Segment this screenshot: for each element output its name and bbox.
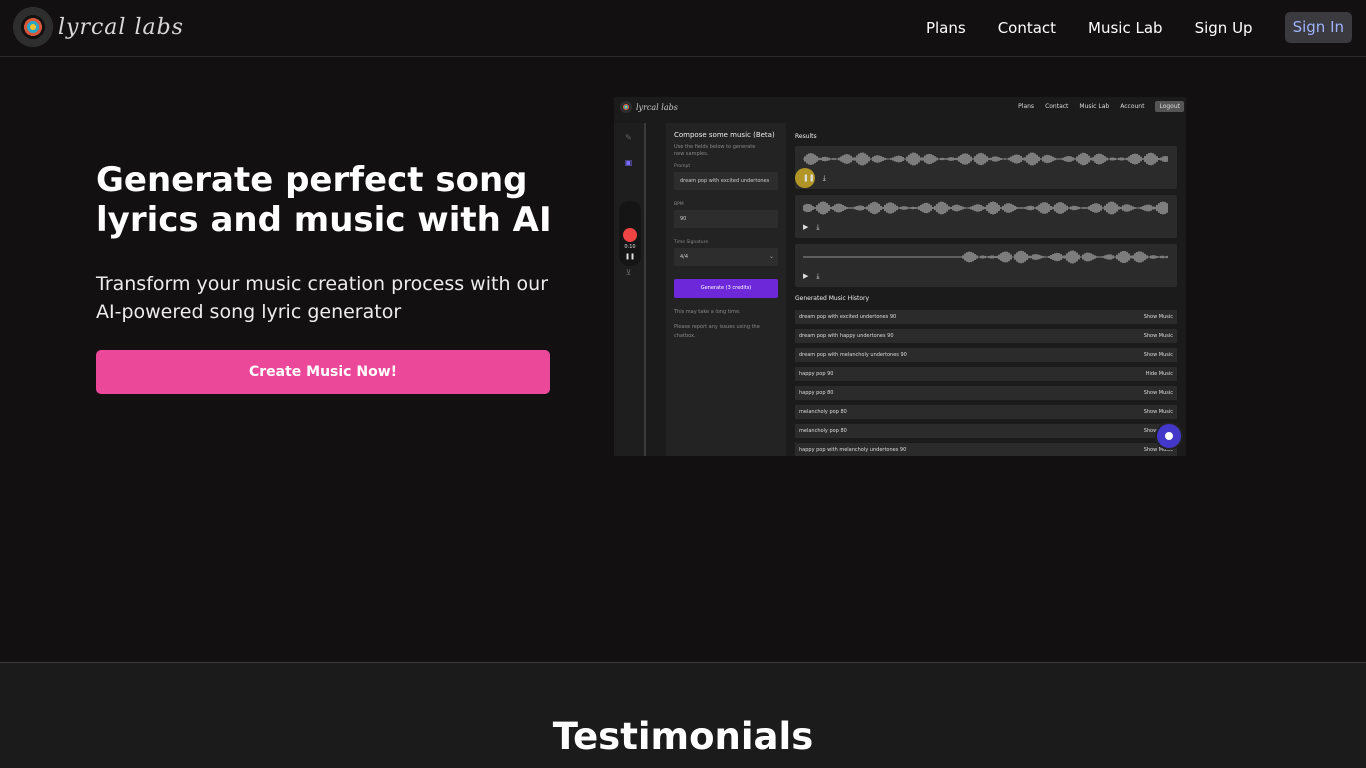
prompt-field: dream pop with excited undertones: [674, 172, 778, 190]
nav-links: Plans Contact Music Lab Sign Up Sign In: [894, 12, 1352, 43]
history-action: Show Music: [1143, 333, 1173, 339]
history-row: happy pop with melancholy undertones 90 S…: [795, 443, 1177, 456]
time-signature-value: 4/4: [680, 254, 689, 260]
hero-subtitle: Transform your music creation process wi…: [96, 273, 549, 323]
pencil-icon: ✎: [625, 133, 632, 142]
screenshot-logo-text: lyrcal labs: [636, 102, 678, 112]
download-icon: ⤓: [822, 174, 826, 182]
time-signature-label: Time Signature: [674, 240, 709, 245]
bpm-field: 90: [674, 210, 778, 228]
history-name: happy pop with melancholy undertones 90: [799, 447, 907, 453]
waveform: [803, 250, 1168, 264]
history-action: Show Music: [1143, 390, 1173, 396]
results-heading: Results: [795, 133, 817, 140]
logo-text: lyrcal labs: [58, 14, 184, 40]
history-name: dream pop with happy undertones 90: [799, 333, 894, 339]
history-action: Show Music: [1143, 409, 1173, 415]
nav-link-sign-up[interactable]: Sign Up: [1195, 13, 1253, 43]
history-name: happy pop 80: [799, 390, 834, 396]
download-icon: ⤓: [816, 223, 820, 231]
top-nav: lyrcal labs Plans Contact Music Lab Sign…: [0, 0, 1366, 57]
screenshot-topbar: lyrcal labs Plans Contact Music Lab Acco…: [614, 97, 1186, 119]
sign-in-button[interactable]: Sign In: [1284, 12, 1352, 43]
compose-title: Compose some music (Beta): [674, 131, 775, 139]
result-track: ▶ ⤓: [795, 195, 1177, 238]
screenshot-logo: lyrcal labs: [620, 101, 678, 113]
testimonials-title: Testimonials: [552, 715, 814, 758]
cart-icon: ⊻: [625, 268, 632, 277]
compose-note-1: This may take a long time.: [674, 309, 741, 315]
hero-title: Generate perfect song lyrics and music w…: [96, 160, 552, 240]
nav-link-contact[interactable]: Contact: [998, 13, 1056, 43]
recorder-time: 0:10: [624, 244, 636, 250]
waveform: [803, 152, 1168, 166]
play-icon: ▶: [803, 223, 809, 231]
history-row: happy pop 90 Hide Music: [795, 367, 1177, 381]
waveform: [803, 201, 1168, 215]
chat-dot: [1165, 432, 1173, 440]
history-row: dream pop with melancholy undertones 90 S…: [795, 348, 1177, 362]
compose-help: Use the fields below to generate new sam…: [674, 144, 756, 157]
screenshot-nav: Plans Contact Music Lab Account Logout: [1007, 101, 1184, 112]
product-screenshot: lyrcal labs Plans Contact Music Lab Acco…: [614, 97, 1186, 456]
screenshot-results: Results ❚❚ ⤓ ▶ ⤓ ▶ ⤓ Generated Music Histor…: [795, 133, 1177, 456]
history-name: dream pop with melancholy undertones 90: [799, 352, 907, 358]
music-library-icon: ▣: [624, 158, 633, 167]
history-action: Show Music: [1143, 314, 1173, 320]
screenshot-nav-contact: Contact: [1045, 103, 1069, 110]
history-name: happy pop 90: [799, 371, 834, 377]
history-action: Hide Music: [1145, 371, 1173, 377]
history-row: dream pop with happy undertones 90 Show M…: [795, 329, 1177, 343]
track-controls: ❚❚ ⤓: [803, 174, 826, 183]
result-track: ▶ ⤓: [795, 244, 1177, 287]
brand-logo[interactable]: lyrcal labs: [14, 7, 184, 47]
play-icon: ▶: [803, 272, 809, 280]
time-signature-select: 4/4 ⌄: [674, 248, 778, 266]
pause-icon: ❚❚: [803, 174, 815, 182]
history-list: dream pop with excited undertones 90 Show…: [795, 310, 1177, 456]
screenshot-compose-form: Compose some music (Beta) Use the fields…: [666, 123, 786, 456]
screenshot-recorder: 0:10 ❚❚: [619, 201, 641, 266]
track-controls: ▶ ⤓: [803, 272, 820, 281]
nav-link-music-lab[interactable]: Music Lab: [1088, 13, 1163, 43]
result-track: ❚❚ ⤓: [795, 146, 1177, 189]
screenshot-nav-music-lab: Music Lab: [1079, 103, 1110, 110]
create-music-button[interactable]: Create Music Now!: [96, 350, 550, 394]
compose-note-2: Please report any issues using the chatb…: [674, 324, 760, 339]
record-icon: [623, 228, 637, 242]
history-name: melancholy pop 80: [799, 409, 847, 415]
chevron-down-icon: ⌄: [768, 253, 774, 260]
generate-button: Generate (3 credits): [674, 279, 778, 298]
history-action: Show Music: [1143, 352, 1173, 358]
pause-icon: ❚❚: [624, 253, 636, 260]
chat-bubble-icon: [1157, 424, 1181, 448]
history-row: happy pop 80 Show Music: [795, 386, 1177, 400]
history-row: melancholy pop 80 Show Music: [795, 405, 1177, 419]
prompt-label: Prompt: [674, 164, 691, 169]
bpm-label: BPM: [674, 202, 684, 207]
screenshot-nav-account: Account: [1120, 103, 1145, 110]
history-name: melancholy pop 80: [799, 428, 847, 434]
history-row: melancholy pop 80Show Music: [795, 424, 1177, 438]
screenshot-logout-button: Logout: [1155, 101, 1184, 112]
download-icon: ⤓: [816, 272, 820, 280]
track-controls: ▶ ⤓: [803, 223, 820, 232]
nav-link-plans[interactable]: Plans: [926, 13, 966, 43]
history-heading: Generated Music History: [795, 295, 870, 302]
screenshot-sidebar: ✎ ▣ 0:10 ❚❚ ⊻: [614, 123, 646, 456]
vinyl-record-icon: [14, 8, 52, 46]
history-row: dream pop with excited undertones 90 Show…: [795, 310, 1177, 324]
vinyl-record-icon: [620, 101, 632, 113]
history-name: dream pop with excited undertones 90: [799, 314, 897, 320]
screenshot-nav-plans: Plans: [1018, 103, 1035, 110]
